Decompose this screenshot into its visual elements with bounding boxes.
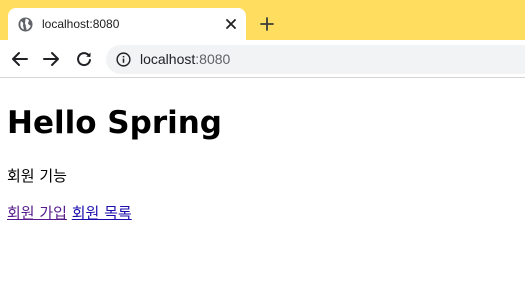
url-text[interactable]: localhost:8080 [140,51,230,67]
info-icon[interactable] [116,52,131,67]
member-list-link[interactable]: 회원 목록 [72,204,132,222]
close-icon[interactable] [222,15,240,33]
reload-icon[interactable] [74,49,94,69]
browser-toolbar: localhost:8080 [0,40,525,78]
member-join-link[interactable]: 회원 가입 [7,204,67,222]
member-links: 회원 가입 회원 목록 [7,204,132,222]
plus-icon[interactable] [257,14,277,34]
member-features-text: 회원 기능 [7,167,67,185]
page-title: Hello Spring [7,105,223,141]
globe-icon [18,17,33,32]
address-bar[interactable]: localhost:8080 [106,45,525,74]
forward-arrow-icon[interactable] [41,49,61,69]
tab-title: localhost:8080 [42,17,120,31]
browser-tab[interactable]: localhost:8080 [8,8,246,40]
back-arrow-icon[interactable] [9,49,29,69]
tab-strip: localhost:8080 [0,0,525,40]
url-host: localhost [140,51,196,67]
url-port: :8080 [195,51,231,67]
